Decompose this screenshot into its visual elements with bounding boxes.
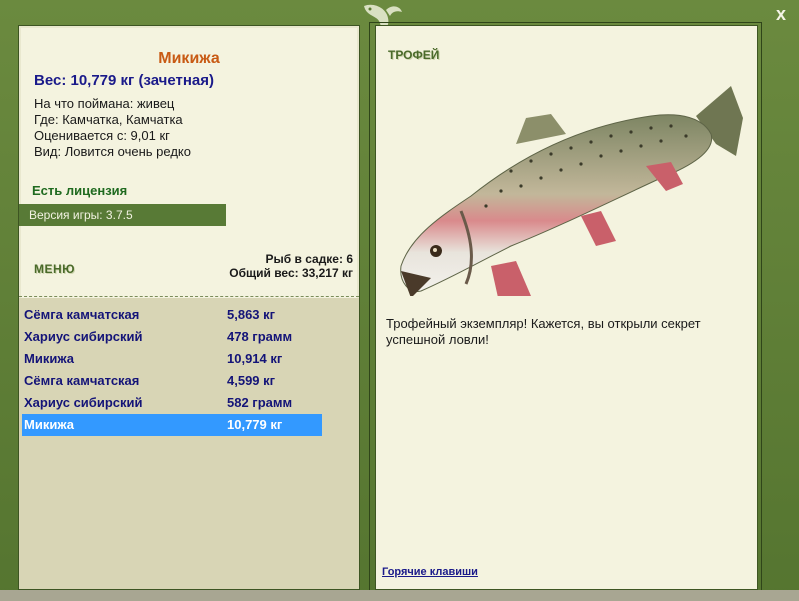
catch-name: Микижа: [24, 351, 74, 366]
rarity: Вид: Ловится очень редко: [34, 144, 191, 159]
list-item[interactable]: Сёмга камчатская 4,599 кг: [22, 370, 322, 392]
catch-list: Сёмга камчатская 5,863 кг Хариус сибирск…: [19, 298, 359, 589]
close-button[interactable]: x: [771, 4, 791, 24]
catch-name: Сёмга камчатская: [24, 307, 140, 322]
location: Где: Камчатка, Камчатка: [34, 112, 183, 127]
list-item[interactable]: Хариус сибирский 478 грамм: [22, 326, 322, 348]
version-bar: Версия игры: 3.7.5: [19, 204, 226, 226]
license-status: Есть лицензия: [32, 183, 128, 198]
fish-name: Микижа: [158, 50, 220, 67]
catch-weight: 5,863 кг: [227, 307, 276, 322]
menu-button[interactable]: МЕНЮ: [34, 262, 75, 276]
trophy-panel: ТРОФЕЙ Трофейный экземпляр! Кажется, вы …: [375, 25, 758, 590]
catch-weight: 4,599 кг: [227, 373, 276, 388]
list-item[interactable]: Сёмга камчатская 5,863 кг: [22, 304, 322, 326]
list-item[interactable]: Хариус сибирский 582 грамм: [22, 392, 322, 414]
cage-count: Рыб в садке: 6: [265, 252, 353, 266]
catch-weight: 10,779 кг: [227, 417, 283, 432]
rainbow-trout-image: [400, 86, 743, 296]
fish-weight: Вес: 10,779 кг (зачетная): [34, 72, 215, 89]
fish-info-panel: Микижа Вес: 10,779 кг (зачетная) На что …: [18, 25, 360, 590]
catch-name: Хариус сибирский: [24, 395, 143, 410]
divider: [19, 296, 359, 297]
hotkeys-link[interactable]: Горячие клавиши: [382, 566, 478, 578]
cage-total-weight: Общий вес: 33,217 кг: [229, 266, 353, 280]
catch-weight: 582 грамм: [227, 395, 293, 410]
catch-name: Микижа: [24, 417, 74, 432]
trophy-message: Трофейный экземпляр! Кажется, вы открыли…: [386, 316, 701, 347]
list-item-selected[interactable]: Микижа 10,779 кг: [22, 414, 322, 436]
price-threshold: Оценивается с: 9,01 кг: [34, 128, 170, 143]
caught-on: На что поймана: живец: [34, 96, 175, 111]
catch-name: Хариус сибирский: [24, 329, 143, 344]
status-strip: [0, 590, 799, 601]
catch-name: Сёмга камчатская: [24, 373, 140, 388]
catch-weight: 10,914 кг: [227, 351, 283, 366]
list-item[interactable]: Микижа 10,914 кг: [22, 348, 322, 370]
catch-weight: 478 грамм: [227, 329, 293, 344]
